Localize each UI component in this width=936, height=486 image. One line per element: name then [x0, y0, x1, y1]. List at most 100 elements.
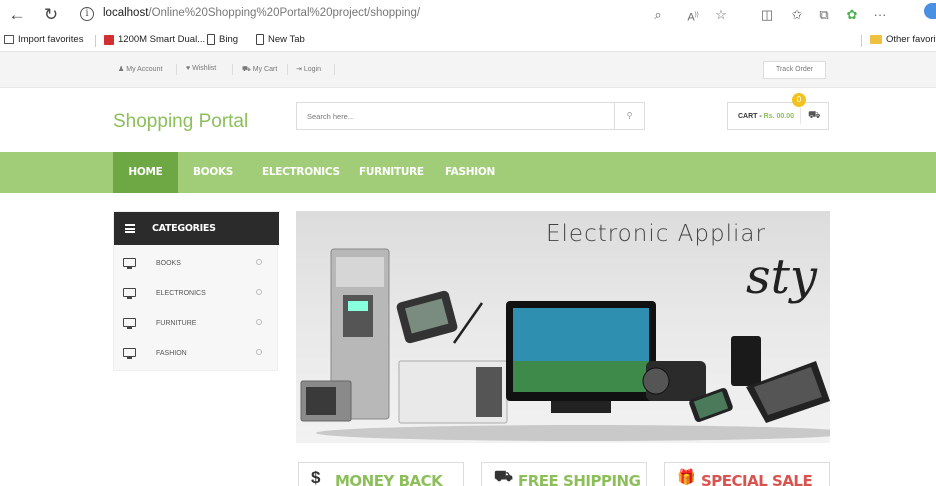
search-button[interactable]: ⚲	[614, 103, 644, 129]
favorite-bing[interactable]: Bing	[207, 34, 238, 45]
favorite-import[interactable]: Import favorites	[4, 34, 83, 45]
cart-small-icon: ⛟	[242, 66, 251, 73]
favorite-star-icon[interactable]: ☆	[712, 6, 730, 24]
import-icon	[4, 35, 14, 44]
browser-address-bar: ← ↻ i localhost/Online%20Shopping%20Port…	[0, 0, 936, 30]
monitor-icon	[123, 348, 136, 359]
favorites-icon[interactable]: ✩	[788, 6, 806, 24]
split-screen-icon[interactable]: ◫	[758, 6, 776, 24]
cart-count-badge: 0	[792, 93, 806, 107]
categories-title: CATEGORIES	[152, 223, 216, 234]
feature-label: SPECIAL SALE	[701, 472, 813, 486]
menu-furniture[interactable]: FURNITURE	[359, 152, 424, 193]
favorite-label: New Tab	[268, 34, 305, 45]
other-favorites-label: Other favorit	[886, 34, 936, 45]
camcorder-lens	[642, 367, 670, 395]
speaker	[731, 336, 761, 386]
category-item-books[interactable]: BOOKS	[114, 248, 279, 278]
menu-books[interactable]: BOOKS	[193, 152, 233, 193]
site-favicon-icon	[104, 34, 114, 45]
circle-icon	[256, 259, 262, 265]
more-menu-icon[interactable]: ···	[871, 6, 889, 24]
feature-label: MONEY BACK	[335, 472, 443, 486]
cart-amount: Rs. 00.00	[763, 113, 795, 120]
main-menu: HOME BOOKS ELECTRONICS FURNITURE FASHION	[0, 152, 936, 193]
tv-stand	[551, 401, 611, 413]
back-icon[interactable]: ←	[6, 4, 28, 26]
favorite-new-tab[interactable]: New Tab	[256, 34, 305, 45]
menu-fashion[interactable]: FASHION	[445, 152, 495, 193]
feature-label: FREE SHIPPING	[518, 472, 641, 486]
feature-free-shipping[interactable]: ⛟ FREE SHIPPING	[481, 462, 647, 486]
favorite-label: Import favorites	[18, 34, 84, 45]
zoom-icon[interactable]: ⌕	[649, 6, 667, 24]
search-box: ⚲	[296, 102, 645, 130]
track-order-button[interactable]: Track Order	[763, 61, 826, 79]
cart-widget[interactable]: CART - Rs. 00.00 ⛟	[727, 102, 829, 130]
categories-panel: CATEGORIES BOOKS ELECTRONICS FURNITURE F…	[113, 211, 279, 371]
category-item-furniture[interactable]: FURNITURE	[114, 308, 279, 338]
copilot-icon[interactable]	[924, 3, 936, 19]
page-icon	[207, 34, 215, 45]
extension-icon[interactable]: ✿	[843, 6, 861, 24]
microwave-door	[306, 387, 336, 415]
favorites-bar: Import favorites 1200M Smart Dual... Bin…	[0, 30, 936, 52]
url-field[interactable]: localhost/Online%20Shopping%20Portal%20p…	[103, 7, 420, 19]
user-icon: ♟	[118, 66, 125, 73]
category-label: ELECTRONICS	[156, 290, 206, 297]
refresh-icon[interactable]: ↻	[40, 4, 62, 26]
cart-icon: ⛟	[808, 110, 821, 121]
url-host: localhost	[103, 7, 149, 19]
favorite-label: Bing	[219, 34, 239, 45]
gift-icon: 🎁	[677, 469, 696, 486]
read-aloud-icon[interactable]: A))	[684, 6, 702, 24]
heart-icon: ♥	[186, 65, 191, 72]
dollar-icon: $	[311, 468, 321, 486]
ac-vent	[336, 257, 384, 287]
menu-electronics[interactable]: ELECTRONICS	[262, 152, 340, 193]
monitor-icon	[123, 288, 136, 299]
search-icon: ⚲	[626, 111, 633, 120]
login-icon: ⇥	[296, 66, 302, 73]
top-divider	[176, 64, 177, 75]
category-label: BOOKS	[156, 260, 181, 267]
feature-special-sale[interactable]: 🎁 SPECIAL SALE	[664, 462, 830, 486]
url-path: /Online%20Shopping%20Portal%20project/sh…	[148, 7, 421, 19]
window-ac-grille	[476, 367, 502, 417]
menu-home[interactable]: HOME	[113, 152, 178, 193]
category-label: FURNITURE	[156, 320, 197, 327]
login-label: Login	[303, 66, 321, 73]
other-favorites[interactable]: Other favorit	[870, 34, 936, 45]
hero-banner[interactable]: Electronic Appliar sty	[296, 211, 830, 443]
top-divider	[287, 64, 288, 75]
cart-label: CART - Rs. 00.00	[738, 113, 794, 120]
tv-screen-shore	[513, 361, 649, 392]
info-icon[interactable]: i	[80, 7, 94, 21]
favorite-router[interactable]: 1200M Smart Dual...	[104, 34, 205, 45]
monitor-icon	[123, 258, 136, 269]
circle-icon	[256, 289, 262, 295]
category-item-electronics[interactable]: ELECTRONICS	[114, 278, 279, 308]
favorites-divider	[861, 35, 862, 47]
feature-money-back[interactable]: $ MONEY BACK	[298, 462, 464, 486]
cart-divider	[800, 108, 801, 124]
my-cart-label: My Cart	[252, 66, 278, 73]
appliances-illustration	[300, 248, 830, 441]
floor-shadow	[316, 425, 830, 441]
site-logo[interactable]: Shopping Portal	[113, 111, 248, 133]
monitor-icon	[123, 318, 136, 329]
ac-display	[348, 301, 368, 311]
my-cart-link[interactable]: ⛟ My Cart	[242, 65, 277, 74]
category-label: FASHION	[156, 350, 187, 357]
collections-icon[interactable]: ⧉	[815, 6, 833, 24]
category-item-fashion[interactable]: FASHION	[114, 338, 279, 368]
top-divider	[334, 64, 335, 75]
search-input[interactable]	[297, 103, 615, 129]
my-account-label: My Account	[126, 66, 163, 73]
truck-icon: ⛟	[494, 468, 513, 485]
login-link[interactable]: ⇥ Login	[296, 65, 321, 73]
site-top-bar: ♟ My Account ♥ Wishlist ⛟ My Cart ⇥ Logi…	[0, 52, 936, 88]
my-account-link[interactable]: ♟ My Account	[118, 65, 162, 73]
top-divider	[232, 64, 233, 75]
wishlist-link[interactable]: ♥ Wishlist	[186, 65, 216, 72]
